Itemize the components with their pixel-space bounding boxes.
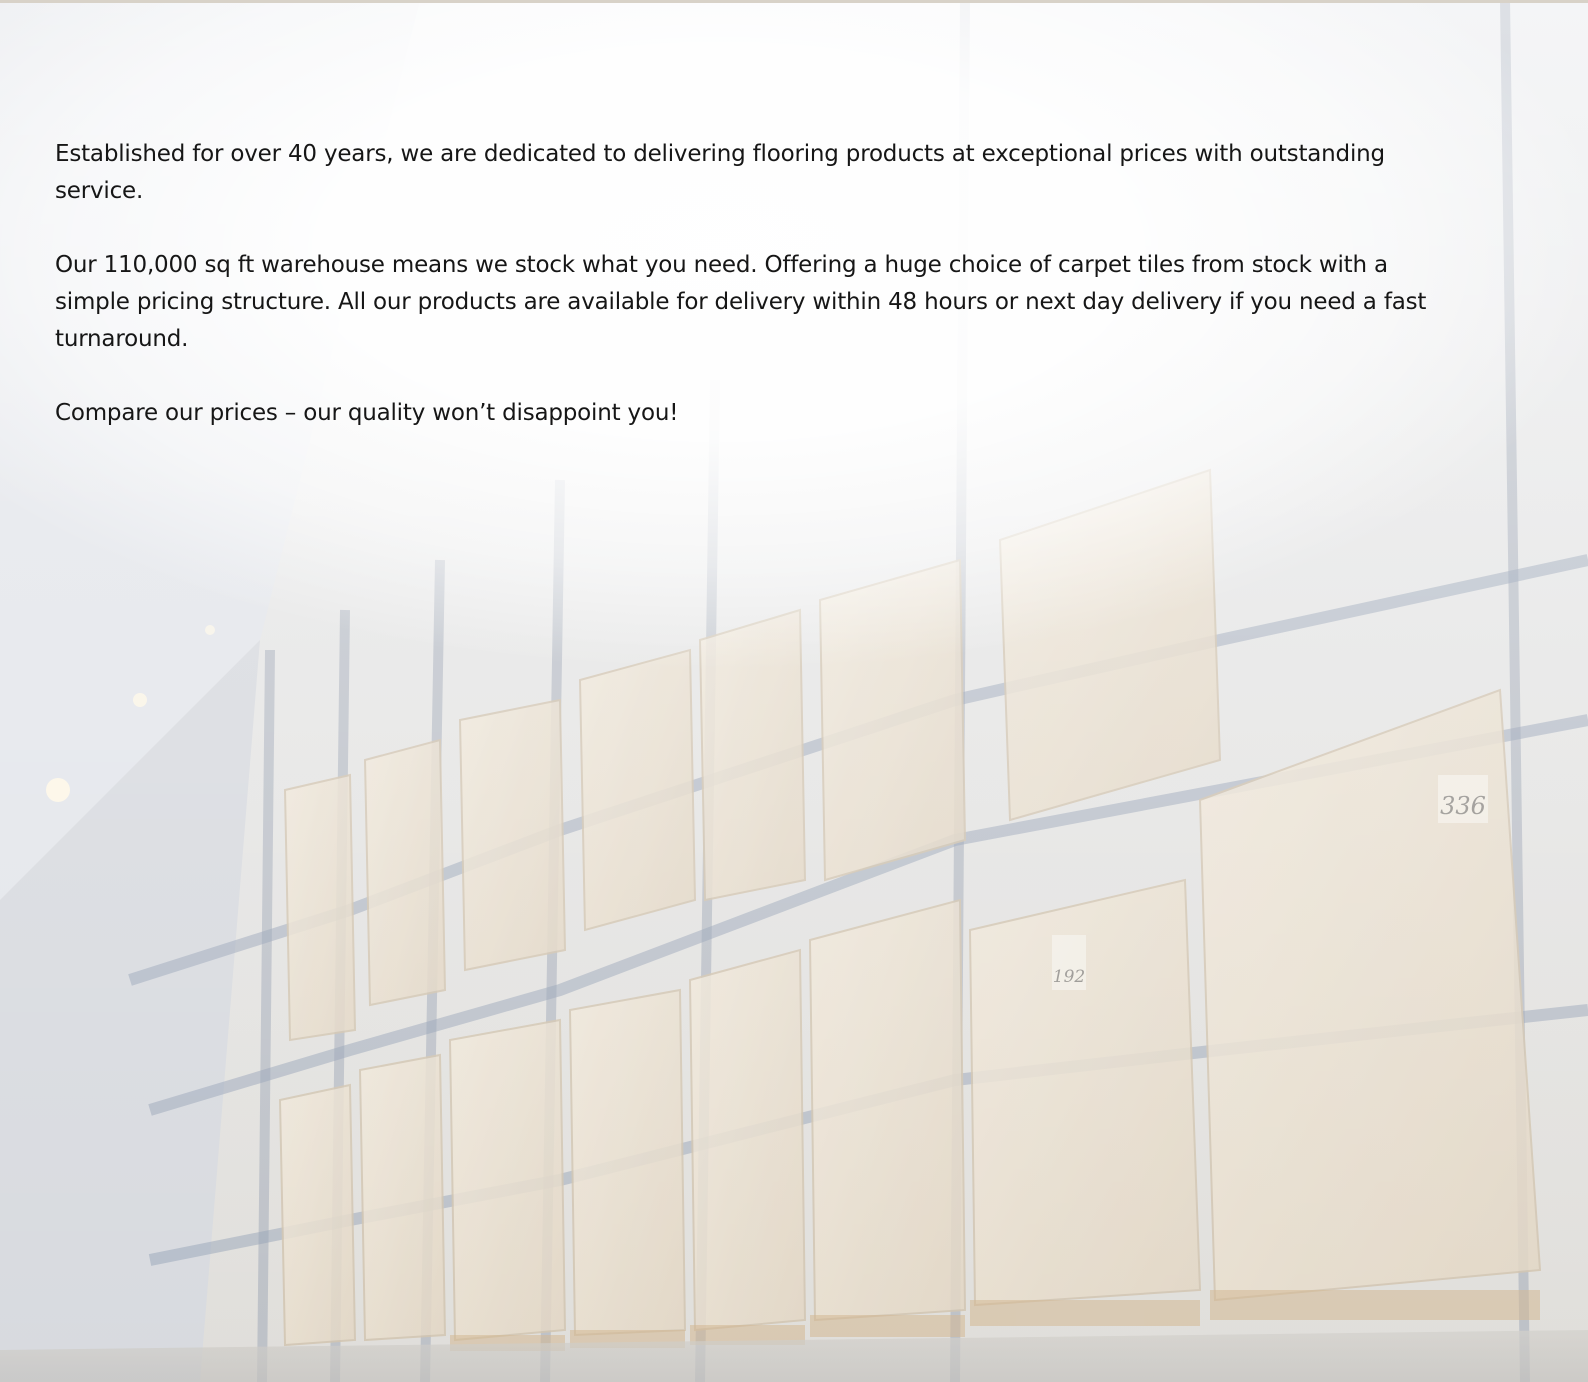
intro-paragraph-established: Established for over 40 years, we are de… (55, 141, 1385, 204)
intro-paragraph-warehouse: Our 110,000 sq ft warehouse means we sto… (55, 252, 1427, 352)
top-divider (0, 0, 1588, 3)
intro-section: Established for over 40 years, we are de… (55, 136, 1445, 469)
intro-paragraph-compare: Compare our prices – our quality won’t d… (55, 400, 679, 426)
